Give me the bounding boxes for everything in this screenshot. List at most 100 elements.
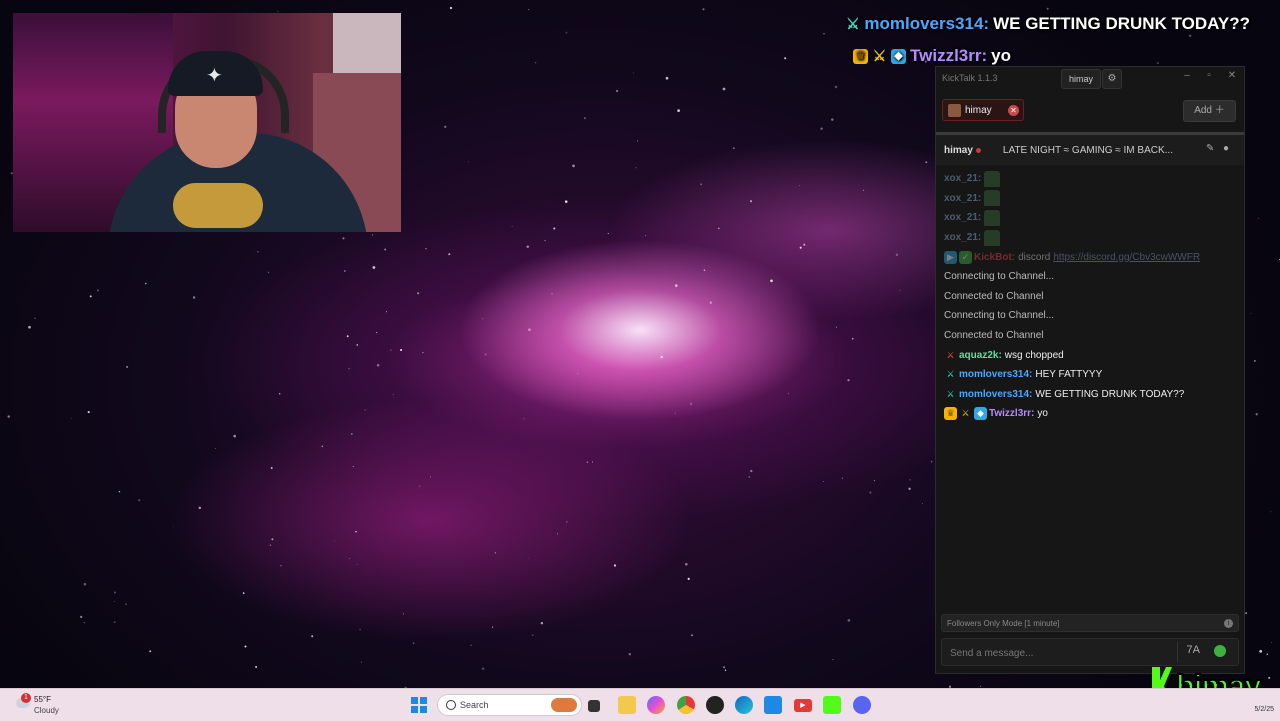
info-icon[interactable]: i: [1224, 619, 1233, 628]
star: [511, 225, 513, 227]
star: [89, 295, 92, 298]
star: [1259, 650, 1263, 653]
chat-username[interactable]: xox_21:: [944, 232, 981, 243]
star: [638, 342, 640, 343]
star: [342, 237, 345, 240]
pin-icon[interactable]: ✎: [1206, 143, 1214, 154]
store-icon[interactable]: [764, 696, 782, 714]
star: [255, 666, 258, 668]
chat-message-text: WE GETTING DRUNK TODAY??: [1035, 388, 1185, 400]
message-input[interactable]: [948, 643, 1172, 663]
star: [615, 89, 619, 93]
star: [799, 185, 800, 186]
message-input-box: 7A: [941, 638, 1239, 666]
chat-username[interactable]: KickBot:: [974, 252, 1015, 263]
star: [403, 613, 404, 615]
star: [665, 76, 669, 80]
star: [419, 485, 421, 487]
star: [1253, 359, 1256, 362]
star: [613, 564, 617, 567]
file-explorer-icon[interactable]: [618, 696, 636, 714]
star: [384, 248, 387, 251]
star: [270, 467, 273, 469]
star: [1245, 612, 1247, 614]
star: [851, 337, 854, 340]
star: [749, 200, 753, 203]
chat-username[interactable]: xox_21:: [944, 193, 981, 204]
chat-message-text: wsg chopped: [1004, 349, 1064, 361]
chat-message-text: discord: [1018, 251, 1051, 263]
star: [334, 540, 336, 542]
close-icon[interactable]: ✕: [1223, 70, 1241, 81]
cube-icon: ◆: [891, 48, 907, 64]
bot-badge-icon: ▶: [944, 250, 957, 264]
star: [703, 269, 706, 271]
star: [113, 621, 116, 624]
star: [412, 642, 415, 645]
star: [118, 490, 121, 493]
chat-username[interactable]: aquaz2k:: [959, 350, 1002, 361]
star: [591, 461, 594, 463]
stream-title: LATE NIGHT ≈ GAMING ≈ IM BACK...: [1002, 144, 1173, 156]
kick-icon[interactable]: [823, 696, 841, 714]
settings-gear-icon[interactable]: ⚙: [1102, 69, 1122, 89]
chat-username[interactable]: momlovers314:: [959, 369, 1032, 380]
chat-messages: xox_21: xox_21: xox_21: xox_21: ▶ ✓ Kick…: [936, 169, 1244, 424]
taskbar-clock[interactable]: 5/2/25: [1255, 706, 1274, 713]
chat-username[interactable]: xox_21:: [944, 173, 981, 184]
system-text: Connecting to Channel...: [944, 310, 1055, 322]
star: [564, 200, 568, 203]
star: [321, 445, 323, 447]
overlay-username: momlovers314:: [864, 14, 990, 33]
minimize-icon[interactable]: –: [1178, 70, 1196, 81]
discord-icon[interactable]: [853, 696, 871, 714]
star: [149, 650, 152, 653]
star: [637, 140, 639, 142]
taskbar-search[interactable]: Search: [437, 694, 582, 716]
windows-start-icon[interactable]: [410, 696, 428, 714]
star: [277, 10, 279, 12]
star: [677, 109, 680, 112]
close-tab-icon[interactable]: ✕: [1008, 105, 1019, 116]
star: [361, 661, 362, 663]
maximize-icon[interactable]: ▫: [1200, 70, 1218, 81]
star: [449, 6, 453, 10]
webcam-feed: ✦: [13, 13, 401, 232]
star: [733, 147, 735, 149]
add-channel-button[interactable]: Add ＋: [1183, 100, 1236, 122]
star: [528, 8, 530, 11]
star: [544, 239, 546, 242]
weather-widget[interactable]: 1 55°F Cloudy: [12, 693, 92, 717]
obs-icon[interactable]: [706, 696, 724, 714]
user-icon[interactable]: ●: [1223, 143, 1229, 154]
star: [925, 161, 928, 164]
star: [242, 592, 245, 594]
youtube-icon[interactable]: ▶: [794, 699, 812, 712]
emote-picker-icon[interactable]: [1214, 645, 1226, 657]
chat-message: ⚔ aquaz2k: wsg chopped: [936, 345, 1244, 365]
edge-icon[interactable]: [735, 696, 753, 714]
star: [214, 447, 216, 449]
titlebar-user-button[interactable]: himay: [1061, 69, 1102, 89]
tab-himay[interactable]: himay ✕: [942, 99, 1024, 121]
tab-label: himay: [965, 105, 992, 116]
chat-username[interactable]: xox_21:: [944, 212, 981, 223]
star: [702, 8, 705, 11]
followers-mode-banner: Followers Only Mode [1 minute] i: [941, 614, 1239, 632]
task-view-icon[interactable]: [588, 700, 600, 712]
translate-icon[interactable]: 7A: [1187, 644, 1200, 656]
sword-icon: ⚔: [872, 47, 887, 65]
star: [390, 349, 392, 351]
discord-link[interactable]: https://discord.gg/Cbv3cwWWFR: [1053, 252, 1200, 263]
star: [350, 432, 353, 435]
chat-username[interactable]: Twizzl3rr:: [989, 408, 1034, 419]
star: [823, 33, 825, 35]
star: [83, 622, 85, 624]
star: [528, 328, 531, 332]
star: [348, 368, 350, 370]
copilot-icon[interactable]: [647, 696, 665, 714]
star: [873, 479, 876, 482]
chat-username[interactable]: momlovers314:: [959, 389, 1032, 400]
overlay-chat-line: ⚔ momlovers314: WE GETTING DRUNK TODAY??: [845, 14, 1250, 34]
chrome-icon[interactable]: [677, 696, 695, 714]
